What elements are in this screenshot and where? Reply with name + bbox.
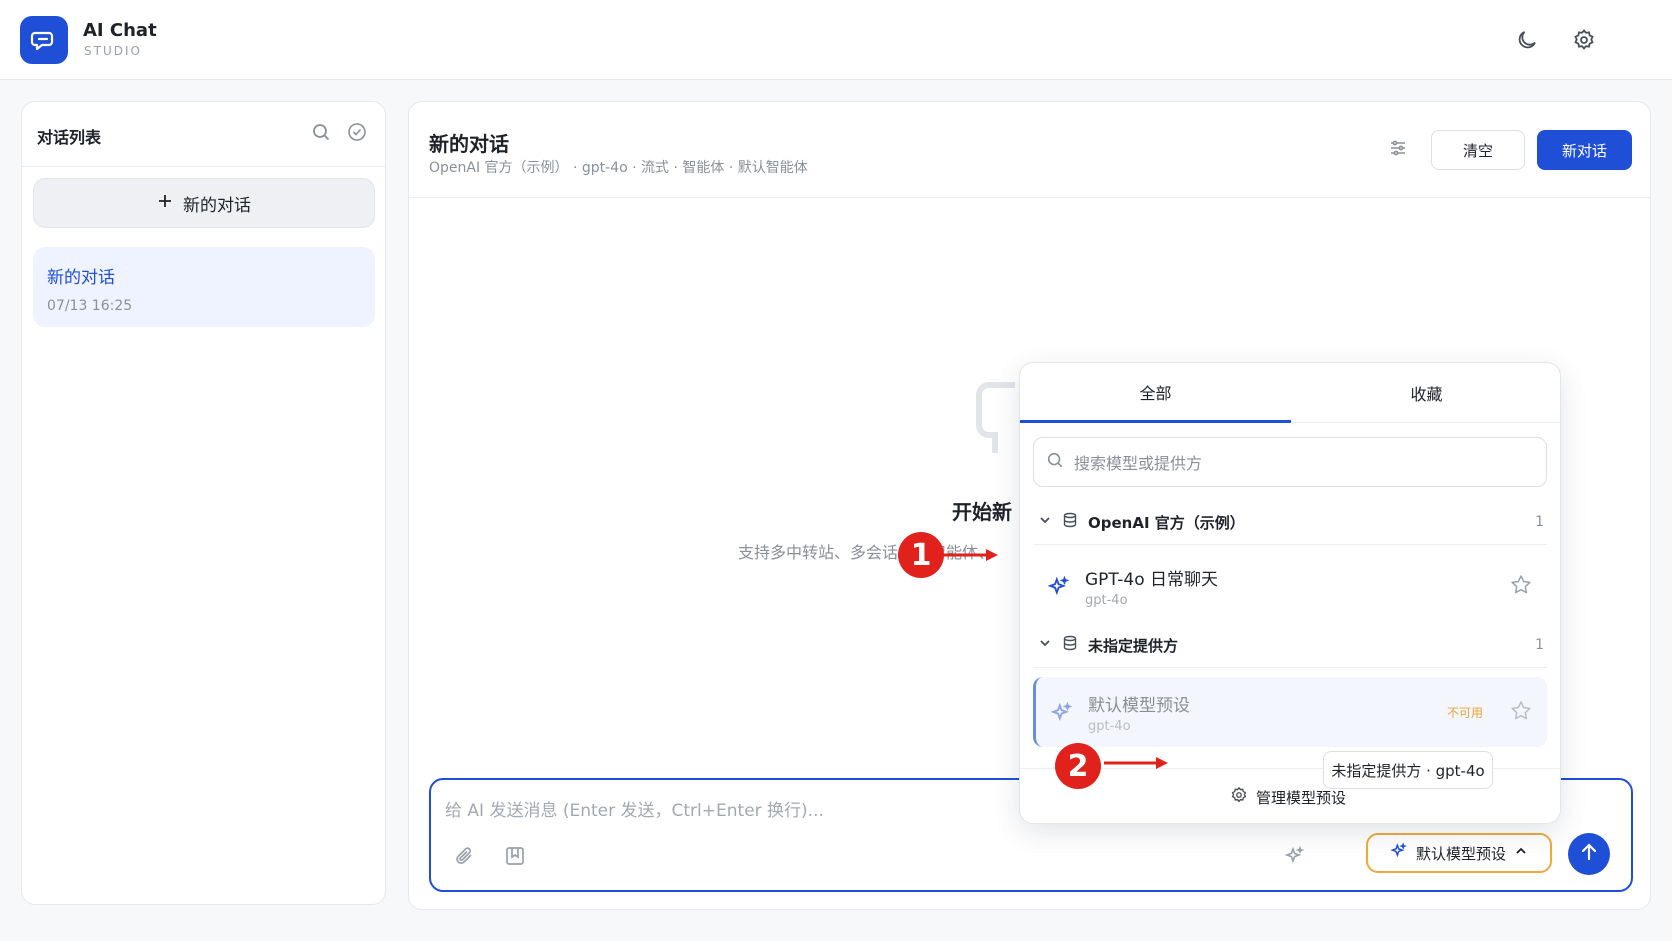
sparkle-icon [1050,701,1074,729]
conversation-time: 07/13 16:25 [47,298,133,314]
dropdown-tabs: 全部 收藏 [1020,363,1560,423]
sliders-icon[interactable] [1384,134,1412,162]
manage-presets-label: 管理模型预设 [1256,788,1347,807]
divider [1033,667,1547,668]
divider [22,166,385,167]
check-circle-icon[interactable] [347,122,367,146]
new-chat-button[interactable]: 新对话 [1537,130,1632,170]
provider-group-header[interactable]: OpenAI 官方（示例） 1 [1038,507,1544,537]
send-button[interactable] [1568,833,1610,875]
chat-title: 新的对话 [429,132,509,156]
message-input[interactable]: 给 AI 发送消息 (Enter 发送，Ctrl+Enter 换行)... [445,796,824,821]
sparkle-icon [1390,842,1408,864]
provider-count: 1 [1535,514,1544,530]
manage-presets-button[interactable]: 管理模型预设 [1230,786,1346,808]
conversation-sidebar: 对话列表 新的对话 新的对话 07/13 16:25 [21,101,386,905]
annotation-arrow-1 [944,549,998,561]
gear-icon [1230,786,1248,808]
model-id: gpt-4o [1088,719,1131,734]
star-icon[interactable] [1509,699,1533,727]
chevron-down-icon [1038,513,1052,531]
model-select-button[interactable]: 默认模型预设 [1366,833,1552,873]
chevron-up-icon [1514,844,1528,862]
sidebar-title: 对话列表 [37,128,102,147]
gear-icon[interactable] [1570,26,1598,54]
paperclip-icon[interactable] [451,842,479,870]
model-item[interactable]: GPT-4o 日常聊天 gpt-4o [1033,551,1547,621]
unavailable-badge: 不可用 [1446,706,1483,720]
star-icon[interactable] [1509,573,1533,601]
model-search-input[interactable]: 搜索模型或提供方 [1033,437,1547,487]
model-select-label: 默认模型预设 [1415,844,1506,863]
new-conversation-button[interactable]: 新的对话 [33,178,375,228]
conversation-item[interactable]: 新的对话 07/13 16:25 [33,247,375,327]
provider-group-header[interactable]: 未指定提供方 1 [1038,630,1544,660]
provider-name: 未指定提供方 [1088,636,1179,655]
arrow-up-icon [1578,841,1600,867]
sparkle-icon[interactable] [1281,842,1309,870]
moon-icon[interactable] [1513,26,1541,54]
top-bar: AI Chat STUDIO [0,0,1672,80]
tab-all[interactable]: 全部 [1020,363,1291,423]
search-icon [1046,451,1064,473]
provider-count: 1 [1535,637,1544,653]
chevron-down-icon [1038,636,1052,654]
bookmark-icon[interactable] [501,842,529,870]
tab-favorites[interactable]: 收藏 [1291,363,1560,423]
clear-button[interactable]: 清空 [1431,130,1525,170]
model-name: GPT-4o 日常聊天 [1085,570,1219,590]
provider-name: OpenAI 官方（示例） [1088,513,1245,532]
annotation-arrow-2 [1104,757,1168,769]
chat-meta: OpenAI 官方（示例） · gpt-4o · 流式 · 智能体 · 默认智能… [429,160,808,176]
divider [1033,544,1547,545]
app-title: AI Chat [83,20,157,41]
annotation-marker-2: 2 [1055,743,1101,789]
empty-state-title: 开始新 [952,500,1012,524]
database-icon [1062,512,1078,532]
app-logo-icon [20,16,68,64]
model-id: gpt-4o [1085,593,1128,608]
model-tooltip: 未指定提供方 · gpt-4o [1323,751,1493,789]
plus-icon [157,193,173,214]
app-subtitle: STUDIO [84,44,142,58]
annotation-marker-1: 1 [898,532,944,578]
sparkle-icon [1047,575,1071,603]
new-conversation-label: 新的对话 [183,195,251,216]
divider [409,197,1650,198]
model-item[interactable]: 默认模型预设 gpt-4o 不可用 [1033,677,1547,747]
search-icon[interactable] [311,122,331,146]
search-placeholder: 搜索模型或提供方 [1074,454,1203,473]
model-name: 默认模型预设 [1088,696,1190,716]
conversation-title: 新的对话 [47,268,115,288]
database-icon [1062,635,1078,655]
